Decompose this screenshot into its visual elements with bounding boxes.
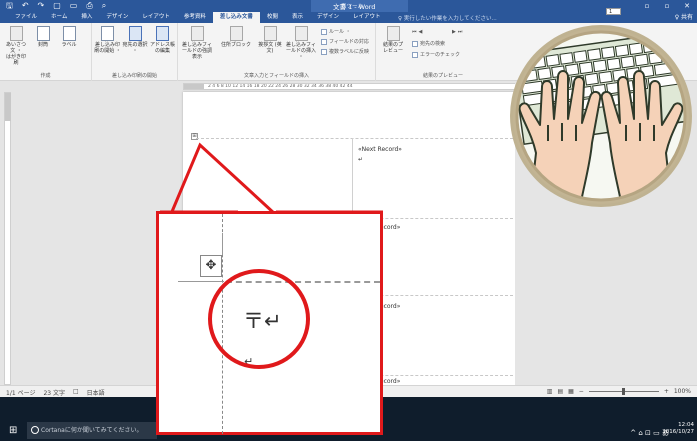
keyboard-hands-icon <box>513 28 689 204</box>
keyboard-hands-illustration <box>510 25 692 207</box>
highlight-circle <box>208 269 310 369</box>
zoom-cell-border-horizontal <box>178 281 224 282</box>
zoomed-table-move-handle: ✥ <box>200 255 222 277</box>
zoom-anchor-frame <box>222 233 223 255</box>
